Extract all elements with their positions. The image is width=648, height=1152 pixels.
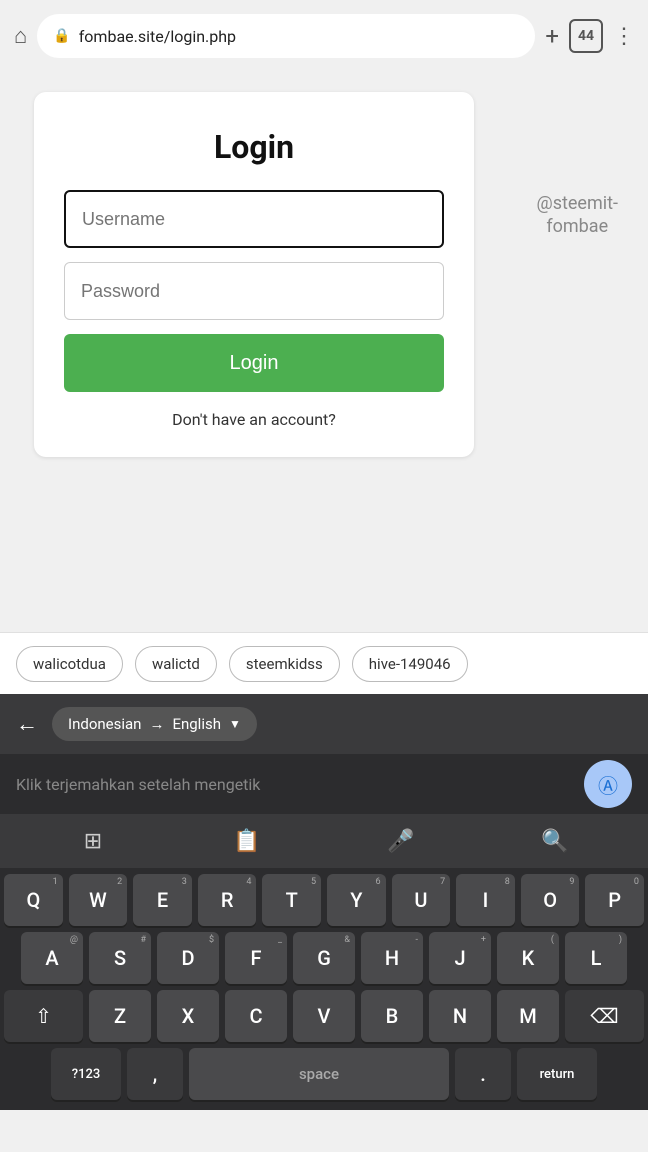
period-key[interactable]: .	[455, 1048, 511, 1100]
url-text: fombae.site/login.php	[79, 27, 236, 46]
password-input[interactable]	[64, 262, 444, 320]
symbols-key[interactable]: ?123	[51, 1048, 121, 1100]
menu-icon[interactable]: ⋮	[613, 24, 634, 49]
translation-placeholder: Klik terjemahkan setelah mengetik	[16, 775, 260, 794]
key-R[interactable]: 4R	[198, 874, 257, 926]
back-arrow-icon[interactable]: ←	[16, 711, 38, 737]
suggestion-steemkidss[interactable]: steemkidss	[229, 646, 340, 682]
space-key[interactable]: space	[189, 1048, 449, 1100]
microphone-icon[interactable]: 🎤	[379, 819, 423, 863]
login-button[interactable]: Login	[64, 334, 444, 392]
dropdown-arrow-icon: ▼	[229, 717, 241, 731]
key-O[interactable]: 9O	[521, 874, 580, 926]
username-input[interactable]	[64, 190, 444, 248]
keyboard-rows: 1Q 2W 3E 4R 5T 6Y 7U 8I 9O 0P @A #S $D _…	[0, 868, 648, 1110]
key-D[interactable]: $D	[157, 932, 219, 984]
key-Y[interactable]: 6Y	[327, 874, 386, 926]
lock-icon: 🔒	[53, 28, 70, 44]
key-L[interactable]: )L	[565, 932, 627, 984]
login-card: Login Login Don't have an account?	[34, 92, 474, 457]
backspace-key[interactable]: ⌫	[565, 990, 644, 1042]
from-language: Indonesian	[68, 715, 141, 733]
key-V[interactable]: V	[293, 990, 355, 1042]
key-row-3: ⇧ Z X C V B N M ⌫	[4, 990, 644, 1042]
no-account-text: Don't have an account?	[64, 410, 444, 429]
key-S[interactable]: #S	[89, 932, 151, 984]
keyboard-toolbar: ⊞ 📋 🎤 🔍	[0, 814, 648, 868]
suggestion-hive[interactable]: hive-149046	[352, 646, 468, 682]
key-J[interactable]: +J	[429, 932, 491, 984]
key-X[interactable]: X	[157, 990, 219, 1042]
to-language: English	[172, 715, 221, 733]
browser-chrome: ⌂ 🔒 fombae.site/login.php + 44 ⋮	[0, 0, 648, 72]
translation-bar: ← Indonesian → English ▼	[0, 694, 648, 754]
key-row-2: @A #S $D _F &G -H +J (K )L	[4, 932, 644, 984]
home-icon[interactable]: ⌂	[14, 23, 27, 49]
translation-input-area: Klik terjemahkan setelah mengetik Ⓐ	[0, 754, 648, 814]
key-N[interactable]: N	[429, 990, 491, 1042]
suggestion-walicotdua[interactable]: walicotdua	[16, 646, 123, 682]
key-row-4: ?123 , space . return	[4, 1048, 644, 1100]
key-T[interactable]: 5T	[262, 874, 321, 926]
translation-selector[interactable]: Indonesian → English ▼	[52, 707, 257, 741]
translate-button[interactable]: Ⓐ	[584, 760, 632, 808]
arrow-icon: →	[149, 715, 164, 733]
key-F[interactable]: _F	[225, 932, 287, 984]
key-C[interactable]: C	[225, 990, 287, 1042]
key-P[interactable]: 0P	[585, 874, 644, 926]
key-I[interactable]: 8I	[456, 874, 515, 926]
tab-count[interactable]: 44	[569, 19, 603, 53]
return-key[interactable]: return	[517, 1048, 597, 1100]
key-Q[interactable]: 1Q	[4, 874, 63, 926]
translate-icon: Ⓐ	[598, 770, 618, 799]
shift-key[interactable]: ⇧	[4, 990, 83, 1042]
comma-key[interactable]: ,	[127, 1048, 183, 1100]
key-K[interactable]: (K	[497, 932, 559, 984]
key-A[interactable]: @A	[21, 932, 83, 984]
suggestions-bar: walicotdua walictd steemkidss hive-14904…	[0, 632, 648, 694]
key-G[interactable]: &G	[293, 932, 355, 984]
key-B[interactable]: B	[361, 990, 423, 1042]
key-Z[interactable]: Z	[89, 990, 151, 1042]
keyboard-area: ← Indonesian → English ▼ Klik terjemahka…	[0, 694, 648, 1110]
key-M[interactable]: M	[497, 990, 559, 1042]
key-E[interactable]: 3E	[133, 874, 192, 926]
steemit-label: @steemit-fombae	[537, 192, 618, 239]
webpage-area: Login Login Don't have an account? @stee…	[0, 72, 648, 632]
login-title: Login	[64, 128, 444, 166]
key-H[interactable]: -H	[361, 932, 423, 984]
suggestion-walictd[interactable]: walictd	[135, 646, 217, 682]
search-icon[interactable]: 🔍	[533, 819, 577, 863]
key-W[interactable]: 2W	[69, 874, 128, 926]
key-row-1: 1Q 2W 3E 4R 5T 6Y 7U 8I 9O 0P	[4, 874, 644, 926]
grid-icon[interactable]: ⊞	[71, 819, 115, 863]
add-tab-icon[interactable]: +	[545, 22, 559, 50]
address-bar[interactable]: 🔒 fombae.site/login.php	[37, 14, 535, 58]
clipboard-icon[interactable]: 📋	[225, 819, 269, 863]
key-U[interactable]: 7U	[392, 874, 451, 926]
